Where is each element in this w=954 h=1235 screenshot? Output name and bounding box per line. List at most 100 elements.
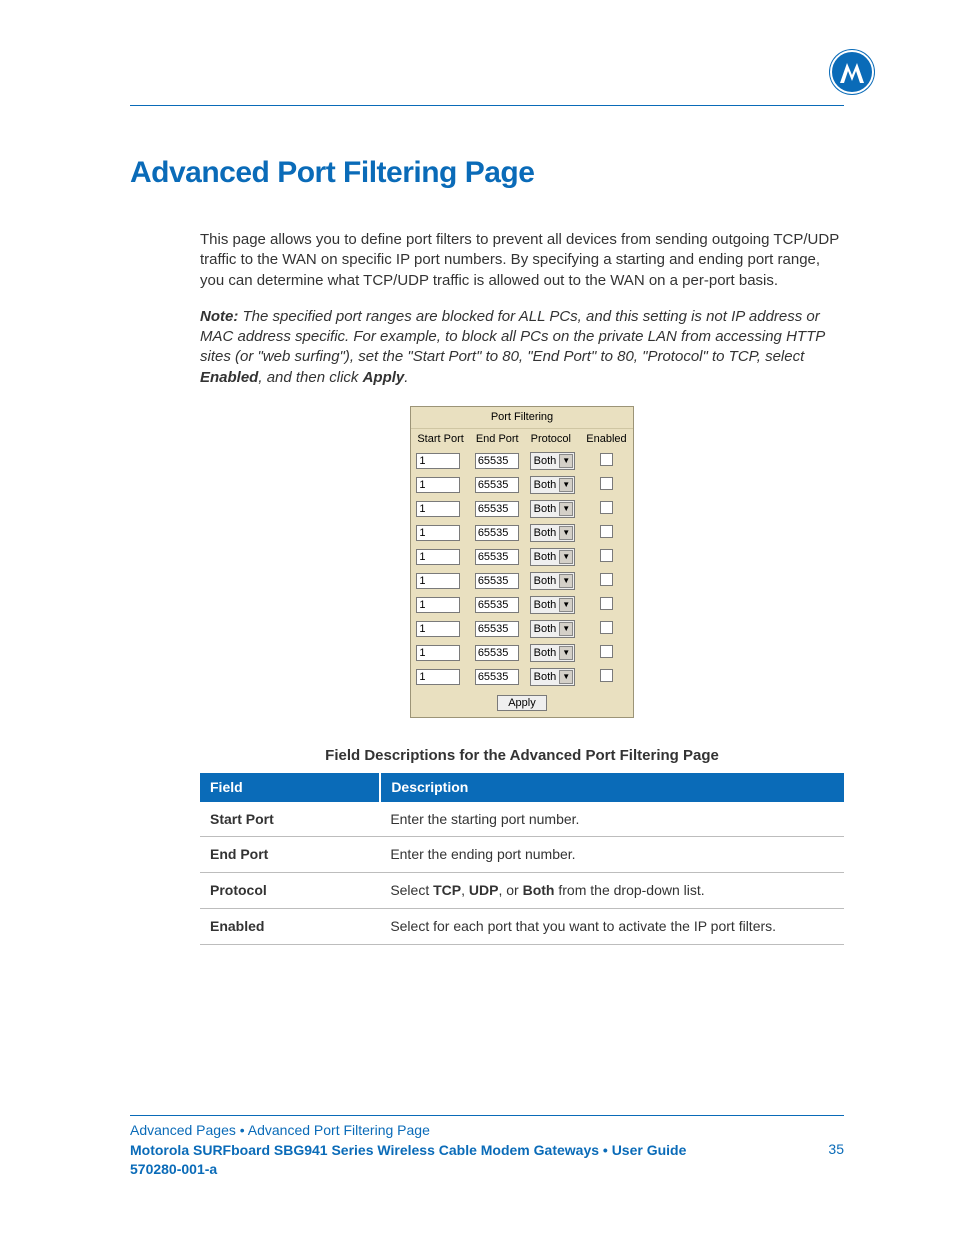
- dropdown-arrow-icon: ▼: [559, 526, 573, 540]
- protocol-value: Both: [534, 526, 557, 541]
- start-port-input[interactable]: [416, 621, 460, 637]
- protocol-select[interactable]: Both▼: [530, 644, 576, 662]
- port-filter-row: Both▼: [411, 593, 632, 617]
- enabled-checkbox[interactable]: [600, 573, 613, 586]
- apply-button[interactable]: Apply: [497, 695, 547, 711]
- start-port-input[interactable]: [416, 573, 460, 589]
- dropdown-arrow-icon: ▼: [559, 454, 573, 468]
- port-filter-row: Both▼: [411, 473, 632, 497]
- start-port-input[interactable]: [416, 477, 460, 493]
- protocol-value: Both: [534, 622, 557, 637]
- end-port-input[interactable]: [475, 453, 519, 469]
- page-title: Advanced Port Filtering Page: [130, 156, 844, 190]
- protocol-value: Both: [534, 598, 557, 613]
- port-filter-row: Both▼: [411, 449, 632, 473]
- enabled-checkbox[interactable]: [600, 501, 613, 514]
- enabled-checkbox[interactable]: [600, 549, 613, 562]
- dropdown-arrow-icon: ▼: [559, 502, 573, 516]
- enabled-checkbox[interactable]: [600, 477, 613, 490]
- protocol-value: Both: [534, 478, 557, 493]
- breadcrumb: Advanced Pages • Advanced Port Filtering…: [130, 1122, 844, 1138]
- start-port-input[interactable]: [416, 501, 460, 517]
- protocol-select[interactable]: Both▼: [530, 620, 576, 638]
- protocol-value: Both: [534, 574, 557, 589]
- col-start-port: Start Port: [411, 429, 469, 450]
- fd-header-description: Description: [380, 773, 844, 802]
- start-port-input[interactable]: [416, 597, 460, 613]
- port-filter-row: Both▼: [411, 641, 632, 665]
- end-port-input[interactable]: [475, 525, 519, 541]
- protocol-select[interactable]: Both▼: [530, 452, 576, 470]
- logo-circle-icon: [830, 50, 874, 94]
- start-port-input[interactable]: [416, 525, 460, 541]
- port-filter-row: Both▼: [411, 569, 632, 593]
- dropdown-arrow-icon: ▼: [559, 646, 573, 660]
- start-port-input[interactable]: [416, 549, 460, 565]
- page-footer: Advanced Pages • Advanced Port Filtering…: [130, 1115, 844, 1180]
- note-text-1: The specified port ranges are blocked fo…: [200, 308, 825, 366]
- protocol-select[interactable]: Both▼: [530, 500, 576, 518]
- col-enabled: Enabled: [580, 429, 632, 450]
- fd-field-desc: Select for each port that you want to ac…: [380, 909, 844, 945]
- enabled-checkbox[interactable]: [600, 525, 613, 538]
- protocol-value: Both: [534, 454, 557, 469]
- motorola-m-icon: [838, 61, 866, 83]
- dropdown-arrow-icon: ▼: [559, 598, 573, 612]
- port-filter-row: Both▼: [411, 665, 632, 689]
- field-description-row: ProtocolSelect TCP, UDP, or Both from th…: [200, 873, 844, 909]
- end-port-input[interactable]: [475, 477, 519, 493]
- end-port-input[interactable]: [475, 597, 519, 613]
- fd-field-name: End Port: [200, 837, 380, 873]
- enabled-checkbox[interactable]: [600, 645, 613, 658]
- protocol-select[interactable]: Both▼: [530, 668, 576, 686]
- dropdown-arrow-icon: ▼: [559, 622, 573, 636]
- fd-field-name: Start Port: [200, 802, 380, 837]
- end-port-input[interactable]: [475, 621, 519, 637]
- field-descriptions-table: Field Description Start PortEnter the st…: [200, 773, 844, 945]
- dropdown-arrow-icon: ▼: [559, 478, 573, 492]
- start-port-input[interactable]: [416, 453, 460, 469]
- start-port-input[interactable]: [416, 645, 460, 661]
- protocol-value: Both: [534, 646, 557, 661]
- field-description-row: EnabledSelect for each port that you wan…: [200, 909, 844, 945]
- footer-doc-title: Motorola SURFboard SBG941 Series Wireles…: [130, 1141, 686, 1180]
- dropdown-arrow-icon: ▼: [559, 550, 573, 564]
- port-filter-row: Both▼: [411, 497, 632, 521]
- start-port-input[interactable]: [416, 669, 460, 685]
- note-bold-apply: Apply: [363, 369, 405, 386]
- protocol-value: Both: [534, 502, 557, 517]
- footer-divider: [130, 1115, 844, 1116]
- end-port-input[interactable]: [475, 501, 519, 517]
- port-filtering-table: Start Port End Port Protocol Enabled Bot…: [411, 429, 632, 718]
- protocol-select[interactable]: Both▼: [530, 572, 576, 590]
- note-paragraph: Note: The specified port ranges are bloc…: [200, 307, 844, 388]
- motorola-logo: [830, 50, 874, 94]
- end-port-input[interactable]: [475, 549, 519, 565]
- enabled-checkbox[interactable]: [600, 453, 613, 466]
- body-content: This page allows you to define port filt…: [200, 230, 844, 945]
- page-number: 35: [828, 1141, 844, 1157]
- port-filter-row: Both▼: [411, 617, 632, 641]
- dropdown-arrow-icon: ▼: [559, 670, 573, 684]
- protocol-select[interactable]: Both▼: [530, 524, 576, 542]
- intro-paragraph: This page allows you to define port filt…: [200, 230, 844, 291]
- fd-field-desc: Enter the starting port number.: [380, 802, 844, 837]
- enabled-checkbox[interactable]: [600, 597, 613, 610]
- port-filter-row: Both▼: [411, 521, 632, 545]
- fd-field-desc: Enter the ending port number.: [380, 837, 844, 873]
- footer-title-line2: 570280-001-a: [130, 1161, 217, 1177]
- fd-field-name: Enabled: [200, 909, 380, 945]
- end-port-input[interactable]: [475, 645, 519, 661]
- end-port-input[interactable]: [475, 669, 519, 685]
- note-text-3: .: [404, 369, 408, 386]
- protocol-select[interactable]: Both▼: [530, 548, 576, 566]
- enabled-checkbox[interactable]: [600, 669, 613, 682]
- document-page: Advanced Port Filtering Page This page a…: [0, 0, 954, 945]
- port-filtering-title: Port Filtering: [411, 407, 632, 429]
- enabled-checkbox[interactable]: [600, 621, 613, 634]
- protocol-select[interactable]: Both▼: [530, 476, 576, 494]
- end-port-input[interactable]: [475, 573, 519, 589]
- note-label: Note:: [200, 308, 238, 325]
- protocol-select[interactable]: Both▼: [530, 596, 576, 614]
- dropdown-arrow-icon: ▼: [559, 574, 573, 588]
